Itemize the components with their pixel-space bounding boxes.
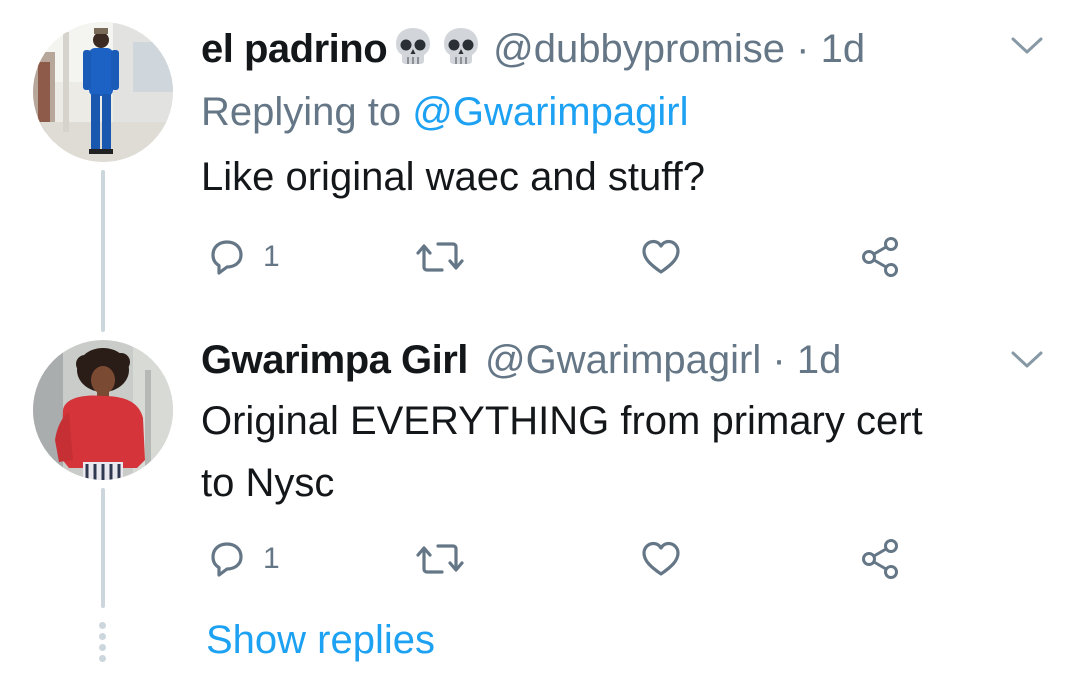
tweet-text-line: to Nysc [201,461,335,505]
tweet-actions: 1 [201,534,941,584]
reply-button[interactable]: 1 [205,534,280,584]
timestamp[interactable]: 1d [821,27,866,71]
like-button[interactable] [639,232,683,282]
share-icon [862,237,898,277]
show-replies-link[interactable]: Show replies [206,614,435,666]
chevron-down-icon[interactable] [1010,36,1044,56]
skull-icon [444,28,479,64]
tweet[interactable]: Gwarimpa Girl @Gwarimpagirl · 1d Origina… [0,330,1080,608]
like-button[interactable] [639,534,683,584]
avatar[interactable] [33,340,173,480]
retweet-button[interactable] [415,534,465,584]
reply-icon [211,542,243,577]
skull-icon [396,28,431,64]
avatar[interactable] [33,22,173,162]
avatar-photo [33,22,173,162]
mention-link[interactable]: @Gwarimpagirl [412,90,688,134]
heart-icon [642,541,680,576]
retweet-icon [416,242,464,272]
retweet-button[interactable] [415,232,465,282]
user-handle[interactable]: @dubbypromise [493,27,785,71]
share-button[interactable] [859,232,903,282]
display-name[interactable]: el padrino [201,27,388,71]
tweet-header: el padrino @dubbypromise · 1d [201,24,865,73]
reply-count: 1 [263,542,280,575]
timestamp[interactable]: 1d [797,338,842,382]
user-handle[interactable]: @Gwarimpagirl [485,338,761,382]
chevron-down-icon[interactable] [1010,350,1044,370]
share-button[interactable] [859,534,903,584]
more-replies-dots [99,622,107,666]
heart-icon [642,239,680,274]
retweet-icon [416,544,464,574]
replying-to: Replying to @Gwarimpagirl [201,88,688,136]
tweet-text: Original EVERYTHING from primary cert to… [201,390,1041,514]
avatar-photo [33,340,173,480]
share-icon [862,539,898,579]
tweet-header: Gwarimpa Girl @Gwarimpagirl · 1d [201,336,841,384]
tweet-actions: 1 [201,232,941,282]
reply-button[interactable]: 1 [205,232,280,282]
separator-dot: · [772,338,786,382]
replying-label: Replying to [201,90,402,134]
thread-line [101,170,105,332]
reply-count: 1 [263,240,280,273]
tweet-text-line: Original EVERYTHING from primary cert [201,399,923,443]
thread-line [101,488,105,608]
reply-icon [211,240,243,275]
tweet[interactable]: el padrino @dubbypromise · 1d Replying t… [0,0,1080,332]
separator-dot: · [796,27,810,71]
display-name[interactable]: Gwarimpa Girl [201,338,468,382]
tweet-text: Like original waec and stuff? [201,155,706,199]
